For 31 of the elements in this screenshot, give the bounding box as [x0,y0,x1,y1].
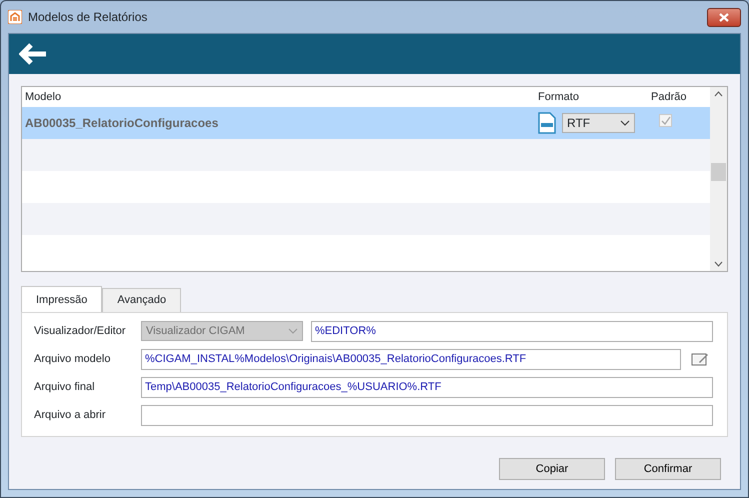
close-button[interactable] [707,8,741,26]
scroll-thumb[interactable] [711,163,726,181]
input-field[interactable]: Temp\AB00035_RelatorioConfiguracoes_%USUARIO%.RTF [141,376,713,398]
app-icon [8,10,22,24]
column-header: Padrão [650,90,688,105]
rtf-file-icon [538,112,556,134]
input-field[interactable]: %CIGAM_INSTAL%Modelos\Originais\AB00035_RelatorioConfiguracoes.RTF [141,348,681,370]
window-title: Modelos de Relatórios [28,9,148,26]
table-cell: AB00035_RelatorioConfiguracoes [25,116,218,130]
dialog-button[interactable]: Confirmar [615,458,721,480]
tab[interactable]: Avançado [102,288,182,312]
caret-icon [620,120,630,126]
field-label: Arquivo modelo [34,352,112,367]
scroll-down-icon[interactable] [714,261,723,267]
back-arrow-icon[interactable] [19,43,47,65]
field-label: Arquivo a abrir [34,408,107,423]
table-row[interactable]: AB00035_RelatorioConfiguracoes RTF [22,107,710,139]
edit-icon[interactable] [691,351,709,367]
column-header: Formato [537,90,580,105]
scrollbar[interactable] [710,87,727,271]
field-label: Arquivo final [34,380,96,395]
field-label: Visualizador/Editor [34,324,127,339]
input-field[interactable]: %EDITOR% [311,320,713,342]
tab[interactable]: Impressão [21,286,102,312]
input-field[interactable] [141,404,713,426]
scroll-up-icon[interactable] [714,91,723,97]
format-dropdown[interactable]: RTF [562,113,635,133]
dialog-button[interactable]: Copiar [499,458,605,480]
column-header: Modelo [24,90,62,105]
caret-icon [288,328,298,334]
close-icon [719,12,729,22]
